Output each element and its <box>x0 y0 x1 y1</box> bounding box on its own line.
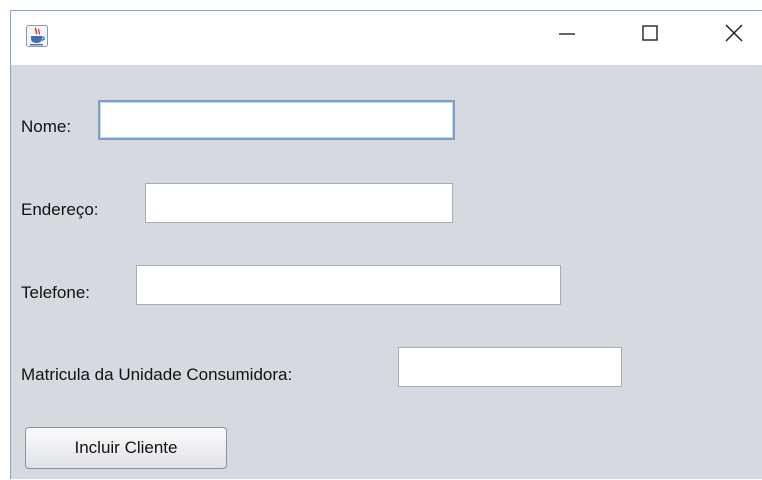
close-button[interactable] <box>711 11 757 59</box>
close-icon <box>724 23 744 48</box>
form-panel: Nome: Endereço: Telefone: Matricula da U… <box>11 65 762 480</box>
minimize-icon <box>558 24 576 47</box>
minimize-button[interactable] <box>544 11 590 59</box>
nome-input[interactable] <box>98 100 455 140</box>
nome-label: Nome: <box>21 117 72 136</box>
matricula-input[interactable] <box>398 347 622 387</box>
telefone-input[interactable] <box>136 265 561 305</box>
matricula-label: Matricula da Unidade Consumidora: <box>21 365 293 384</box>
endereco-input[interactable] <box>145 183 453 223</box>
incluir-cliente-button[interactable]: Incluir Cliente <box>25 427 227 469</box>
maximize-icon <box>641 24 659 47</box>
maximize-button[interactable] <box>627 11 673 59</box>
java-cup-icon[interactable] <box>26 25 48 47</box>
endereco-label: Endereço: <box>21 200 99 219</box>
telefone-label: Telefone: <box>21 283 90 302</box>
application-window: Nome: Endereço: Telefone: Matricula da U… <box>10 10 762 479</box>
title-bar[interactable] <box>11 11 762 65</box>
